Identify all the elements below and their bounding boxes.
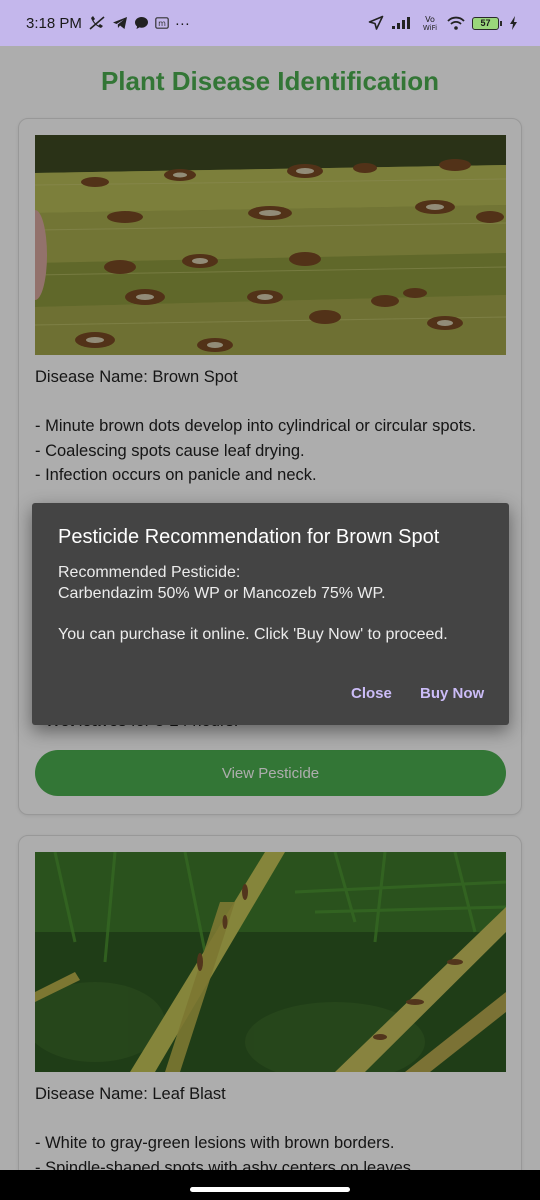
battery-level: 57: [472, 16, 499, 30]
chat-icon: [134, 16, 149, 30]
home-gesture-handle[interactable]: [190, 1187, 350, 1192]
wifi-icon: [447, 16, 465, 30]
buy-now-button[interactable]: Buy Now: [420, 685, 484, 702]
dialog-message: Recommended Pesticide: Carbendazim 50% W…: [58, 564, 448, 643]
status-time: 3:18 PM: [26, 14, 82, 32]
more-dots-icon: ···: [174, 14, 190, 32]
svg-text:m: m: [158, 19, 166, 28]
vowifi-icon: Vo WiFi: [420, 15, 440, 31]
close-button[interactable]: Close: [351, 685, 392, 702]
svg-text:Vo: Vo: [425, 15, 435, 24]
charging-bolt-icon: [509, 16, 518, 30]
location-arrow-icon: [368, 15, 384, 31]
pesticide-dialog: Pesticide Recommendation for Brown Spot …: [32, 503, 509, 725]
telegram-icon: [112, 16, 128, 30]
signal-icon: [391, 16, 413, 30]
dialog-title: Pesticide Recommendation for Brown Spot: [58, 526, 440, 548]
navigation-bar: [0, 1170, 540, 1200]
svg-text:WiFi: WiFi: [423, 24, 437, 31]
m-badge-icon: m: [155, 17, 169, 29]
battery-icon: 57: [472, 16, 502, 30]
muted-call-icon: [88, 15, 106, 31]
status-bar: 3:18 PM m ··· Vo WiFi 57: [0, 0, 540, 46]
